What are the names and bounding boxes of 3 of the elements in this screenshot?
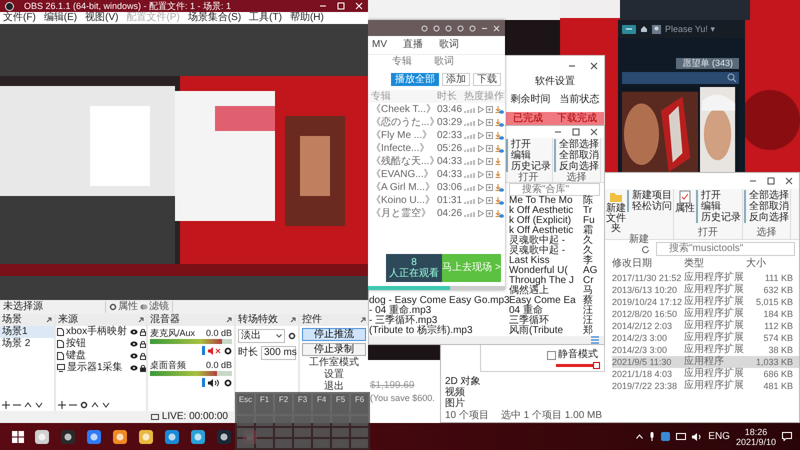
clock-date[interactable]: 2021/9/10	[736, 436, 776, 446]
clock-time[interactable]: 18:26	[744, 426, 768, 436]
language-indicator[interactable]: ENG	[708, 430, 730, 442]
